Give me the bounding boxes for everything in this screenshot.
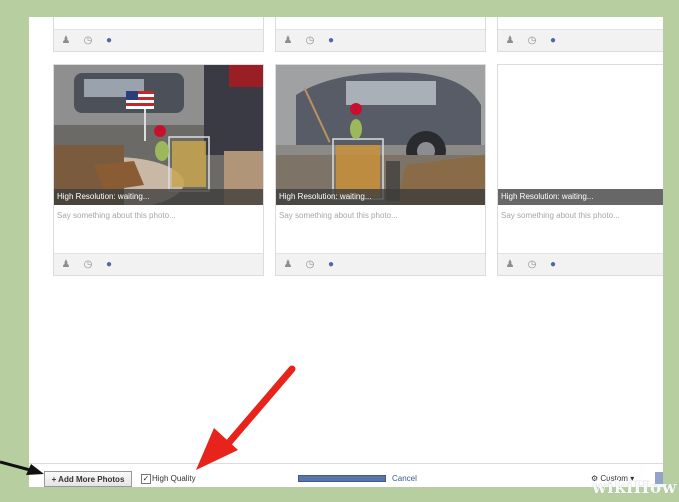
annotation-overlay [0,365,296,475]
black-arrow-icon [0,460,44,475]
screenshot-frame: ♟ ◷ ● ♟ ◷ ● ♟ ◷ ● High Resolution: waiti… [0,0,679,502]
red-arrow-icon [196,365,296,470]
wikihow-watermark: wikiHow [592,478,677,498]
